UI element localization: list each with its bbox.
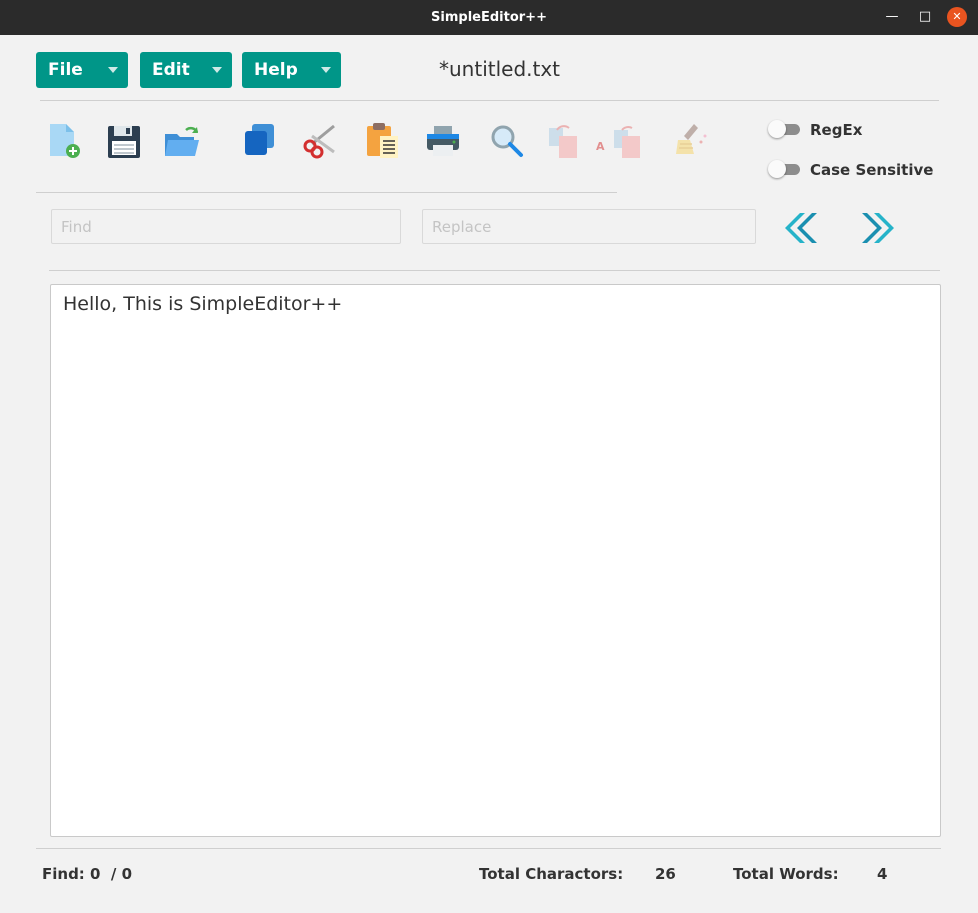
divider: [40, 100, 939, 101]
cut-icon[interactable]: [300, 120, 340, 162]
divider: [49, 270, 940, 271]
chevron-down-icon: [212, 67, 222, 73]
text-editor[interactable]: Hello, This is SimpleEditor++: [50, 284, 941, 837]
file-menu-button[interactable]: File: [36, 52, 128, 88]
clear-icon[interactable]: [670, 120, 710, 162]
copy-icon[interactable]: [240, 120, 280, 162]
replace-all-icon[interactable]: A: [596, 120, 646, 162]
double-chevron-right-icon: [862, 213, 894, 243]
double-chevron-left-icon: [785, 213, 817, 243]
open-folder-icon[interactable]: [162, 120, 202, 162]
search-icon[interactable]: [486, 120, 526, 162]
save-icon[interactable]: [104, 120, 144, 162]
minimize-button[interactable]: —: [882, 7, 902, 27]
regex-label: RegEx: [810, 121, 863, 139]
help-menu-button[interactable]: Help: [242, 52, 341, 88]
toggle-knob: [768, 120, 786, 138]
editor-content: Hello, This is SimpleEditor++: [63, 293, 343, 315]
divider: [36, 192, 617, 193]
maximize-button[interactable]: □: [915, 7, 935, 27]
replace-icon[interactable]: [545, 120, 585, 162]
total-characters-label: Total Charactors:: [479, 865, 624, 883]
divider: [36, 848, 941, 849]
print-icon[interactable]: [423, 120, 463, 162]
total-words-label: Total Words:: [733, 865, 839, 883]
chevron-down-icon: [108, 67, 118, 73]
window-title: SimpleEditor++: [431, 10, 547, 25]
file-menu-label: File: [48, 60, 83, 80]
find-input[interactable]: [51, 209, 401, 244]
new-file-icon[interactable]: [44, 120, 84, 162]
svg-text:A: A: [596, 140, 605, 153]
help-menu-label: Help: [254, 60, 298, 80]
case-sensitive-toggle[interactable]: [768, 160, 800, 178]
total-words-value: 4: [877, 865, 888, 883]
document-filename: *untitled.txt: [439, 57, 561, 81]
edit-menu-button[interactable]: Edit: [140, 52, 232, 88]
edit-menu-label: Edit: [152, 60, 190, 80]
case-sensitive-label: Case Sensitive: [810, 161, 934, 179]
find-next-button[interactable]: [858, 210, 898, 246]
paste-icon[interactable]: [362, 120, 402, 162]
close-button[interactable]: ✕: [947, 7, 967, 27]
toggle-knob: [768, 160, 786, 178]
total-characters-value: 26: [655, 865, 676, 883]
title-bar: SimpleEditor++ — □ ✕: [0, 0, 978, 35]
chevron-down-icon: [321, 67, 331, 73]
find-count: Find: 0 / 0: [42, 865, 133, 883]
regex-toggle[interactable]: [768, 120, 800, 138]
find-previous-button[interactable]: [781, 210, 821, 246]
replace-input[interactable]: [422, 209, 756, 244]
